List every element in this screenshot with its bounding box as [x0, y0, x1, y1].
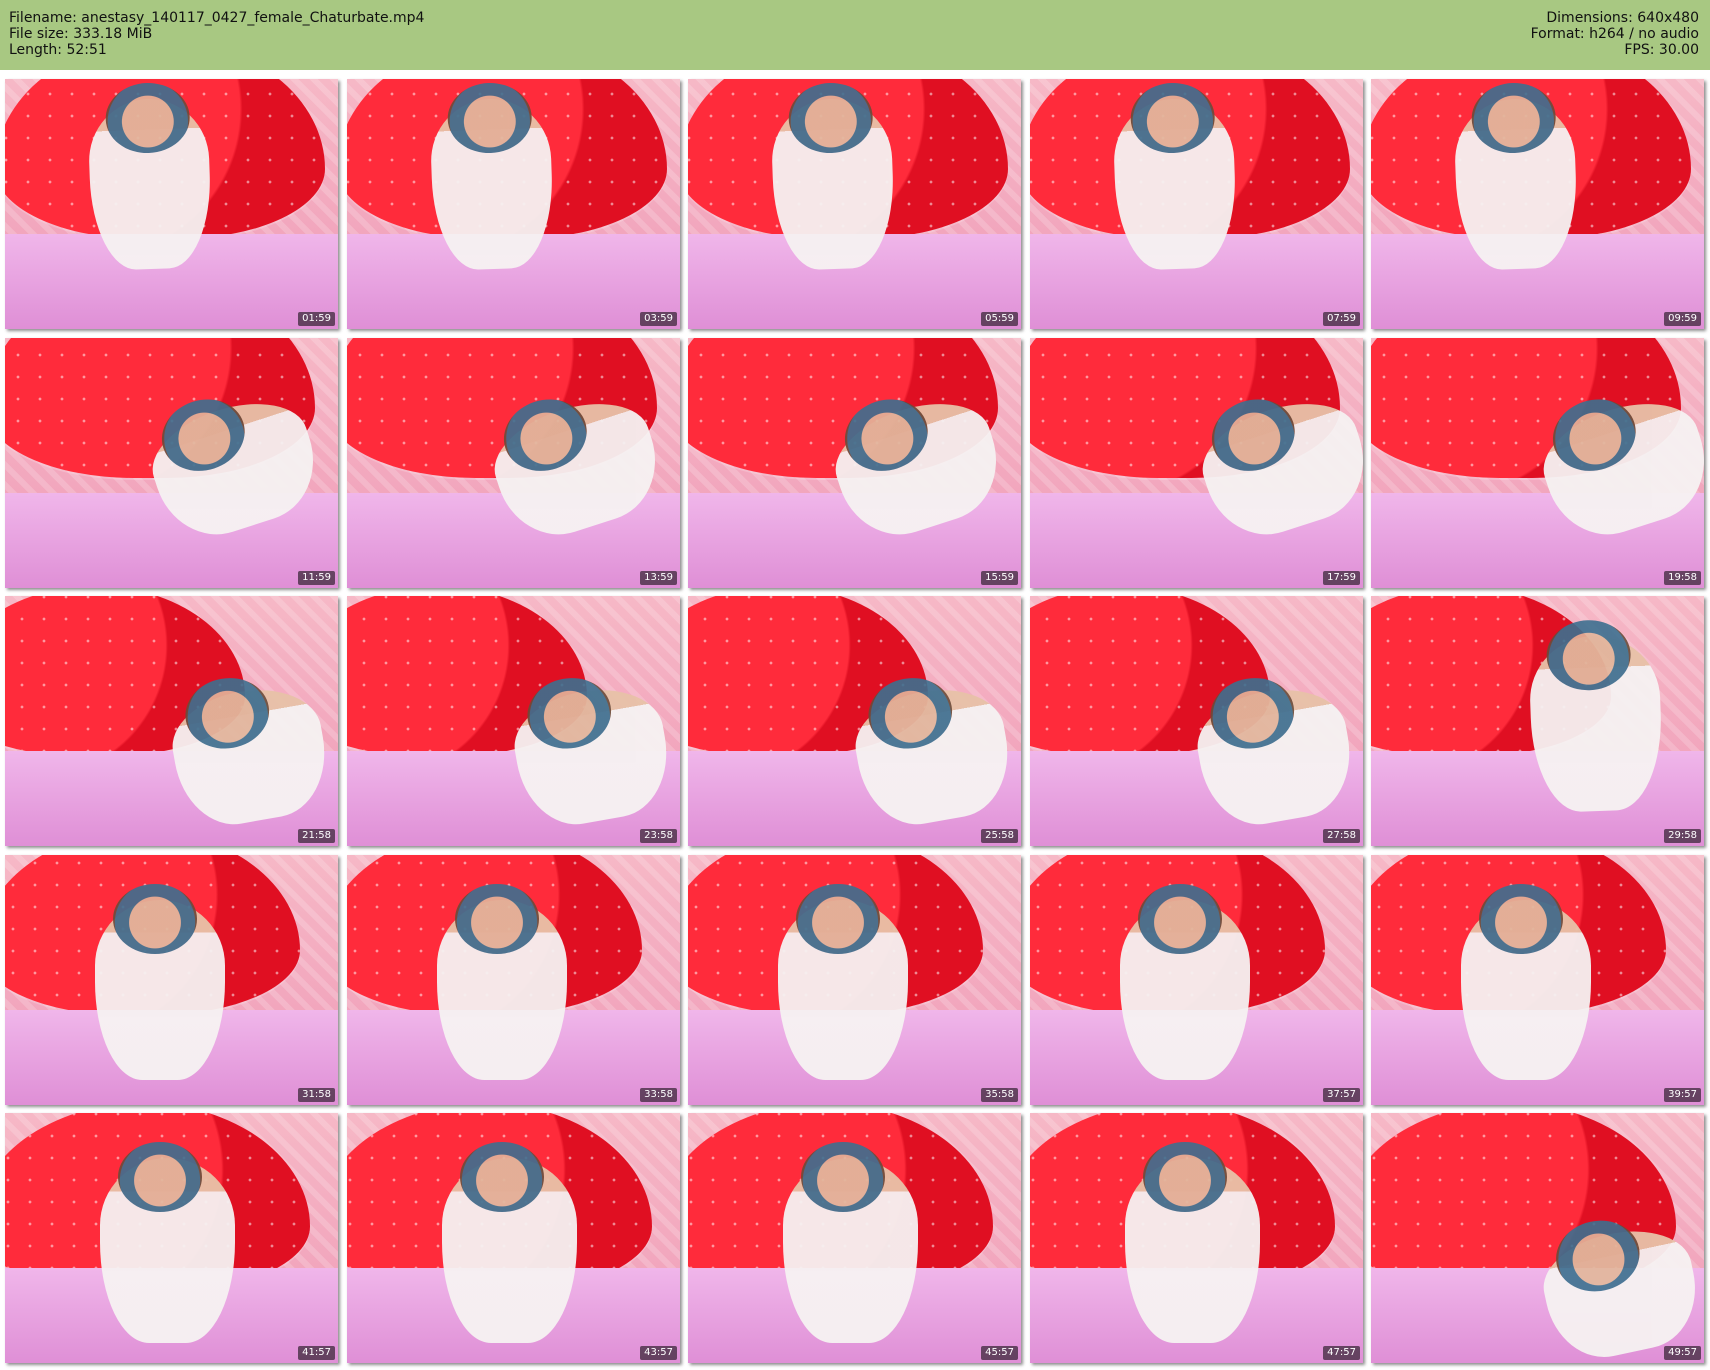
timestamp-label: 47:57 — [1323, 1346, 1360, 1360]
timestamp-label: 03:59 — [640, 312, 677, 326]
filesize-text: File size: 333.18 MiB — [9, 26, 153, 42]
person-silhouette — [429, 96, 555, 272]
thumbnail: 25:58 — [688, 596, 1021, 846]
thumbnail: 03:59 — [347, 79, 680, 329]
thumbnail: 09:59 — [1371, 79, 1704, 329]
timestamp-label: 11:59 — [298, 571, 335, 585]
person-silhouette — [87, 96, 213, 272]
timestamp-label: 05:59 — [981, 312, 1018, 326]
timestamp-label: 01:59 — [298, 312, 335, 326]
timestamp-label: 37:57 — [1323, 1088, 1360, 1102]
timestamp-label: 29:58 — [1664, 829, 1701, 843]
thumbnail-grid: 01:59 03:59 05:59 07:59 09:59 11:59 13:59 15:59… — [5, 79, 1705, 1364]
timestamp-label: 39:57 — [1664, 1088, 1701, 1102]
thumbnail: 27:58 — [1030, 596, 1363, 846]
thumbnail: 39:57 — [1371, 855, 1704, 1105]
timestamp-label: 13:59 — [640, 571, 677, 585]
thumbnail: 15:59 — [688, 338, 1021, 588]
timestamp-label: 25:58 — [981, 829, 1018, 843]
person-silhouette — [100, 1142, 235, 1343]
meta-right: Dimensions: 640x480 Format: h264 / no au… — [1531, 10, 1699, 58]
thumbnail: 43:57 — [347, 1113, 680, 1363]
person-silhouette — [778, 884, 908, 1080]
timestamp-label: 49:57 — [1664, 1346, 1701, 1360]
timestamp-label: 23:58 — [640, 829, 677, 843]
thumbnail: 29:58 — [1371, 596, 1704, 846]
meta-left: Filename: anestasy_140117_0427_female_Ch… — [9, 10, 424, 58]
timestamp-label: 07:59 — [1323, 312, 1360, 326]
filename-text: Filename: anestasy_140117_0427_female_Ch… — [9, 10, 425, 26]
thumbnail: 11:59 — [5, 338, 338, 588]
person-silhouette — [783, 1142, 918, 1343]
thumbnail: 45:57 — [688, 1113, 1021, 1363]
timestamp-label: 15:59 — [981, 571, 1018, 585]
thumbnail: 41:57 — [5, 1113, 338, 1363]
person-silhouette — [1112, 96, 1238, 272]
thumbnail: 01:59 — [5, 79, 338, 329]
person-silhouette — [442, 1142, 577, 1343]
info-header: Filename: anestasy_140117_0427_female_Ch… — [0, 0, 1710, 70]
timestamp-label: 17:59 — [1323, 571, 1360, 585]
thumbnail: 13:59 — [347, 338, 680, 588]
timestamp-label: 09:59 — [1664, 312, 1701, 326]
thumbnail: 33:58 — [347, 855, 680, 1105]
thumbnail: 47:57 — [1030, 1113, 1363, 1363]
timestamp-label: 27:58 — [1323, 829, 1360, 843]
timestamp-label: 19:58 — [1664, 571, 1701, 585]
person-silhouette — [437, 884, 567, 1080]
dimensions-text: Dimensions: 640x480 — [1546, 10, 1699, 26]
timestamp-label: 45:57 — [981, 1346, 1018, 1360]
person-silhouette — [1453, 96, 1579, 272]
person-silhouette — [1527, 633, 1665, 814]
timestamp-label: 43:57 — [640, 1346, 677, 1360]
fps-text: FPS: 30.00 — [1624, 42, 1699, 58]
person-silhouette — [1461, 884, 1591, 1080]
thumbnail: 17:59 — [1030, 338, 1363, 588]
thumbnail: 21:58 — [5, 596, 338, 846]
thumbnail: 49:57 — [1371, 1113, 1704, 1363]
timestamp-label: 33:58 — [640, 1088, 677, 1102]
timestamp-label: 35:58 — [981, 1088, 1018, 1102]
timestamp-label: 41:57 — [298, 1346, 335, 1360]
thumbnail: 35:58 — [688, 855, 1021, 1105]
person-silhouette — [1125, 1142, 1260, 1343]
thumbnail: 05:59 — [688, 79, 1021, 329]
timestamp-label: 31:58 — [298, 1088, 335, 1102]
timestamp-label: 21:58 — [298, 829, 335, 843]
person-silhouette — [1120, 884, 1250, 1080]
thumbnail: 07:59 — [1030, 79, 1363, 329]
thumbnail: 31:58 — [5, 855, 338, 1105]
person-silhouette — [770, 96, 896, 272]
person-silhouette — [95, 884, 225, 1080]
thumbnail: 23:58 — [347, 596, 680, 846]
thumbnail: 37:57 — [1030, 855, 1363, 1105]
length-text: Length: 52:51 — [9, 42, 107, 58]
thumbnail: 19:58 — [1371, 338, 1704, 588]
format-text: Format: h264 / no audio — [1530, 26, 1699, 42]
